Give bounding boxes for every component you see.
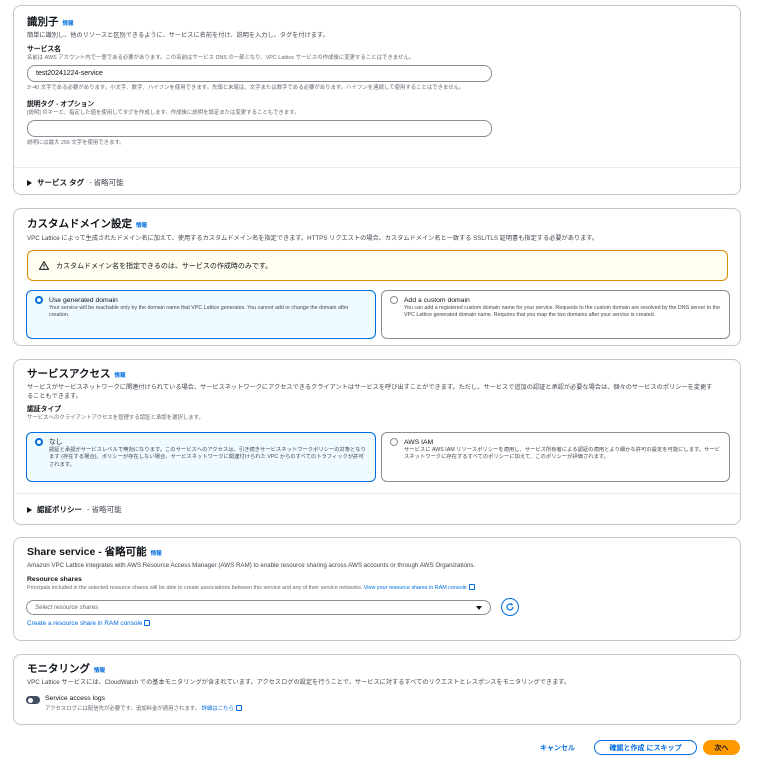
chevron-down-icon	[476, 605, 482, 610]
skip-to-review-button[interactable]: 確認と作成 にスキップ	[594, 740, 697, 755]
external-link-icon	[235, 705, 242, 711]
refresh-icon	[506, 602, 514, 611]
access-logs-toggle[interactable]	[26, 696, 40, 704]
custom-domain-title: カスタムドメイン設定 情報	[27, 218, 728, 233]
warning-icon	[39, 261, 49, 270]
auth-none-option[interactable]: なし 認証と承認がサービスレベルで無効になります。このサービスへのアクセスは、引…	[26, 432, 376, 482]
service-name-help: 名前は AWS アカウント内で一意である必要があります。この名前はサービス DN…	[27, 55, 415, 61]
description-input[interactable]	[27, 120, 492, 137]
add-custom-domain-option[interactable]: Add a custom domain You can add a regist…	[381, 290, 730, 339]
radio-unselected[interactable]	[390, 296, 398, 304]
service-access-description: サービスがサービスネットワークに関連付けられている場合、サービスネットワークにア…	[27, 384, 713, 400]
external-link-icon	[468, 584, 475, 590]
description-label: 説明タグ - オプション	[27, 101, 95, 108]
cancel-button[interactable]: キャンセル	[540, 743, 575, 753]
share-service-description: Amazon VPC Lattice integrates with AWS R…	[27, 562, 476, 569]
custom-domain-description: VPC Lattice によって生成されたドメイン名に加えて、使用するカスタムド…	[27, 235, 599, 242]
caret-right-icon	[27, 506, 32, 513]
share-service-title: Share service - 省略可能 情報	[27, 546, 728, 561]
radio-selected[interactable]	[35, 296, 43, 304]
auth-policy-expander[interactable]: 認証ポリシー - 省略可能	[27, 504, 122, 515]
create-resource-share-link[interactable]: Create a resource share in RAM console	[27, 620, 142, 627]
description-help: [説明] のキーと、指定した値を使用してタグを作成します。作成後に説明を設定また…	[27, 110, 300, 116]
service-name-label: サービス名	[27, 46, 61, 53]
page: 識別子 情報 簡単に識別し、他のリソースと区別できるように、サービスに名前を付け…	[0, 0, 768, 765]
service-access-title: サービスアクセス 情報	[27, 368, 728, 383]
divider	[14, 167, 740, 168]
identifier-panel: 識別子 情報 簡単に識別し、他のリソースと区別できるように、サービスに名前を付け…	[13, 5, 741, 195]
resource-shares-help: Principals included in the selected reso…	[27, 584, 728, 592]
share-service-panel: Share service - 省略可能 情報 Amazon VPC Latti…	[13, 537, 741, 641]
view-ram-console-link[interactable]: View your resource shares in RAM console	[364, 585, 467, 591]
identifier-title: 識別子 情報	[27, 16, 728, 31]
info-link[interactable]: 情報	[136, 220, 147, 233]
service-access-panel: サービスアクセス 情報 サービスがサービスネットワークに関連付けられている場合、…	[13, 359, 741, 525]
divider	[14, 493, 740, 494]
auth-iam-option[interactable]: AWS IAM サービスに AWS IAM リソースポリシーを適用し、サービス所…	[381, 432, 730, 482]
access-logs-help: アクセスログには配信先が必要です。追加料金が適用されます。 詳細はこちら	[45, 705, 242, 713]
create-share-link-row: Create a resource share in RAM console	[27, 620, 151, 628]
next-button[interactable]: 次へ	[703, 740, 740, 755]
auth-type-label: 認証タイプ	[27, 406, 61, 413]
monitoring-title: モニタリング 情報	[27, 663, 728, 678]
access-logs-label: Service access logs	[45, 695, 106, 702]
description-constraint: 説明には最大 256 文字を使用できます。	[27, 140, 125, 146]
caret-right-icon	[27, 179, 32, 186]
identifier-description: 簡単に識別し、他のリソースと区別できるように、サービスに名前を付け、説明を入力し…	[27, 32, 329, 39]
custom-domain-panel: カスタムドメイン設定 情報 VPC Lattice によって生成されたドメイン名…	[13, 208, 741, 346]
monitoring-description: VPC Lattice サービスには、CloudWatch での基本モニタリング…	[27, 679, 571, 686]
learn-more-link[interactable]: 詳細はこちら	[201, 706, 233, 712]
info-link[interactable]: 情報	[114, 370, 125, 383]
info-link[interactable]: 情報	[151, 548, 162, 561]
service-name-input[interactable]: test20241224-service	[27, 65, 492, 82]
use-generated-domain-option[interactable]: Use generated domain Your service will b…	[26, 290, 376, 339]
info-link[interactable]: 情報	[63, 18, 74, 31]
service-name-constraint: 3~40 文字である必要があります。小文字、数字、ハイフンを使用できます。先頭と…	[27, 85, 465, 91]
info-link[interactable]: 情報	[94, 665, 105, 678]
radio-unselected[interactable]	[390, 438, 398, 446]
resource-shares-label: Resource shares	[27, 576, 82, 583]
radio-selected[interactable]	[35, 438, 43, 446]
monitoring-panel: モニタリング 情報 VPC Lattice サービスには、CloudWatch …	[13, 654, 741, 725]
external-link-icon	[144, 620, 151, 626]
resource-shares-select[interactable]: Select resource shares	[26, 600, 491, 615]
service-tags-expander[interactable]: サービス タグ - 省略可能	[27, 177, 124, 188]
refresh-button[interactable]	[501, 598, 519, 616]
warning-alert: カスタムドメイン名を指定できるのは、サービスの作成時のみです。	[27, 250, 728, 281]
auth-type-help: サービスへのクライアントアクセスを管理する認証と承認を選択します。	[27, 415, 204, 421]
